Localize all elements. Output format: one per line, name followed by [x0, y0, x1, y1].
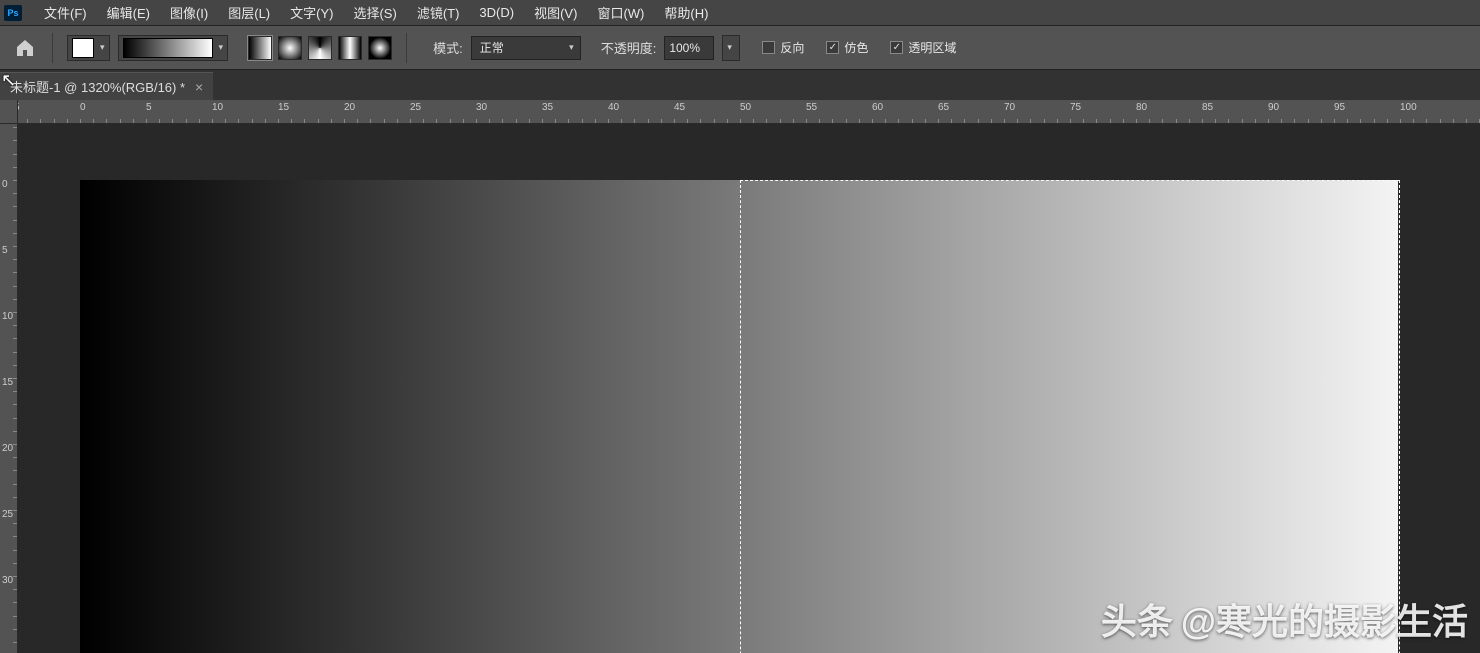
transparency-label: 透明区域 [908, 39, 956, 56]
dither-checkbox[interactable]: 仿色 [826, 39, 868, 56]
gradient-type-diamond[interactable] [368, 36, 392, 60]
ruler-vertical[interactable]: 5051015202530 [0, 124, 18, 653]
ruler-tick: 95 [1334, 102, 1345, 113]
ruler-tick: 10 [212, 102, 223, 113]
close-icon[interactable]: × [195, 79, 203, 95]
ruler-horizontal[interactable]: 5051015202530354045505560657075808590951… [18, 100, 1480, 124]
menu-type[interactable]: 文字(Y) [280, 0, 343, 26]
canvas-area[interactable] [18, 124, 1480, 653]
ruler-tick: 50 [740, 102, 751, 113]
workspace: 5051015202530354045505560657075808590951… [0, 100, 1480, 653]
chevron-down-icon: ▾ [219, 42, 224, 53]
gradient-type-reflected[interactable] [338, 36, 362, 60]
menu-layer[interactable]: 图层(L) [218, 0, 280, 26]
mode-dropdown[interactable]: 正常 ▾ [471, 36, 581, 60]
watermark: 头条 @寒光的摄影生活 [1101, 593, 1468, 645]
home-button[interactable] [12, 36, 38, 60]
menu-select[interactable]: 选择(S) [343, 0, 406, 26]
ruler-corner [0, 100, 18, 124]
menu-bar: Ps 文件(F) 编辑(E) 图像(I) 图层(L) 文字(Y) 选择(S) 滤… [0, 0, 1480, 26]
ruler-tick: 35 [542, 102, 553, 113]
opacity-label: 不透明度: [601, 38, 657, 57]
ruler-tick: 25 [410, 102, 421, 113]
ruler-tick: 100 [1400, 102, 1417, 113]
watermark-brand: 头条 [1101, 593, 1173, 645]
ruler-tick: 5 [18, 102, 20, 113]
gradient-preview-icon [123, 38, 213, 58]
gradient-type-radial[interactable] [278, 36, 302, 60]
menu-window[interactable]: 窗口(W) [587, 0, 654, 26]
opacity-dropdown[interactable]: ▾ [722, 35, 740, 61]
gradient-picker[interactable]: ▾ [118, 35, 229, 61]
checkbox-checked-icon [890, 41, 903, 54]
menu-view[interactable]: 视图(V) [524, 0, 587, 26]
opacity-value: 100% [669, 41, 700, 55]
ruler-tick: 20 [344, 102, 355, 113]
foreground-color-picker[interactable]: ▾ [67, 35, 110, 61]
ruler-tick: 70 [1004, 102, 1015, 113]
menu-edit[interactable]: 编辑(E) [97, 0, 160, 26]
dither-label: 仿色 [844, 39, 868, 56]
document-tab-bar: 未标题-1 @ 1320%(RGB/16) * × [0, 70, 1480, 100]
menu-file[interactable]: 文件(F) [34, 0, 97, 26]
ruler-tick: 55 [806, 102, 817, 113]
ruler-tick: 85 [1202, 102, 1213, 113]
menu-image[interactable]: 图像(I) [160, 0, 218, 26]
chevron-down-icon: ▾ [100, 42, 105, 53]
ruler-tick: 65 [938, 102, 949, 113]
ruler-tick: 60 [872, 102, 883, 113]
color-swatch-icon [72, 38, 94, 58]
home-icon [15, 39, 35, 57]
ruler-tick: 40 [608, 102, 619, 113]
reverse-checkbox[interactable]: 反向 [762, 39, 804, 56]
chevron-down-icon: ▾ [727, 42, 732, 53]
ruler-tick: 30 [476, 102, 487, 113]
separator [406, 33, 407, 63]
reverse-label: 反向 [780, 39, 804, 56]
ruler-tick: 45 [674, 102, 685, 113]
mode-label: 模式: [433, 38, 463, 57]
canvas[interactable] [80, 180, 1398, 653]
chevron-down-icon: ▾ [569, 42, 574, 53]
separator [52, 33, 53, 63]
gradient-type-linear[interactable] [248, 36, 272, 60]
app-logo: Ps [4, 5, 22, 21]
document-tab-title: 未标题-1 @ 1320%(RGB/16) * [10, 77, 185, 96]
ruler-tick: 90 [1268, 102, 1279, 113]
menu-help[interactable]: 帮助(H) [654, 0, 718, 26]
watermark-text: @寒光的摄影生活 [1181, 593, 1468, 645]
gradient-type-group [248, 36, 392, 60]
ruler-tick: 75 [1070, 102, 1081, 113]
menu-filter[interactable]: 滤镜(T) [407, 0, 470, 26]
ruler-tick: 0 [80, 102, 86, 113]
ruler-tick: 15 [278, 102, 289, 113]
ruler-tick: 80 [1136, 102, 1147, 113]
menu-3d[interactable]: 3D(D) [469, 1, 524, 24]
gradient-type-angle[interactable] [308, 36, 332, 60]
opacity-field[interactable]: 100% [664, 36, 714, 60]
checkbox-checked-icon [826, 41, 839, 54]
document-tab[interactable]: 未标题-1 @ 1320%(RGB/16) * × [0, 72, 213, 100]
ruler-tick: 5 [146, 102, 152, 113]
checkbox-icon [762, 41, 775, 54]
options-bar: ▾ ▾ 模式: 正常 ▾ 不透明度: 100% ▾ 反向 仿色 透明区域 [0, 26, 1480, 70]
mode-value: 正常 [480, 39, 504, 56]
transparency-checkbox[interactable]: 透明区域 [890, 39, 956, 56]
